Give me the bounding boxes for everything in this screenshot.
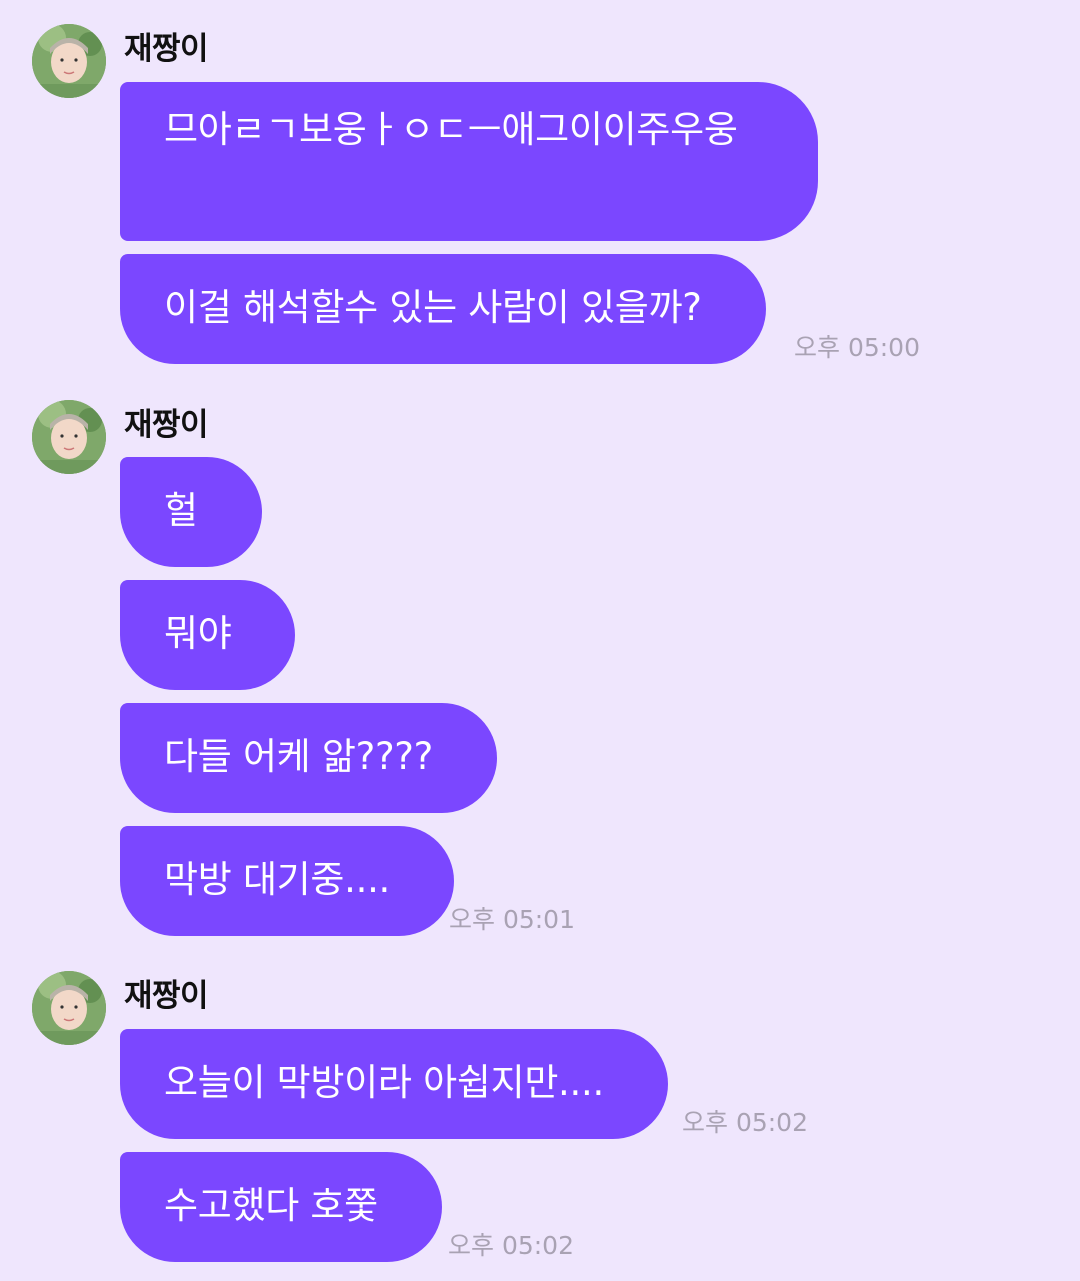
message-text: 다들 어케 앎????	[164, 735, 433, 778]
message-text: 뭐야	[164, 612, 232, 655]
avatar[interactable]	[32, 400, 106, 474]
message-text: 오늘이 막방이라 아쉽지만....	[164, 1061, 604, 1104]
message-bubble[interactable]: 므아ㄹㄱ보웅ㅏㅇㄷㅡ애그이이주우웅	[120, 82, 818, 241]
avatar[interactable]	[32, 971, 106, 1045]
sender-name: 재짱이	[124, 978, 209, 1014]
message-bubble[interactable]: 헐	[120, 457, 262, 567]
message-timestamp: 오후 05:02	[448, 1231, 574, 1260]
message-text: 이걸 해석할수 있는 사람이 있을까?	[164, 286, 702, 329]
sender-name: 재짱이	[124, 407, 209, 443]
message-bubble[interactable]: 막방 대기중....	[120, 826, 455, 936]
message-bubble[interactable]: 수고했다 호쭟	[120, 1152, 442, 1262]
message-text: 므아ㄹㄱ보웅ㅏㅇㄷㅡ애그이이주우웅	[164, 108, 738, 151]
message-timestamp: 오후 05:01	[449, 905, 575, 934]
message-timestamp: 오후 05:00	[794, 333, 920, 362]
message-text: 헐	[164, 489, 198, 532]
message-bubble[interactable]: 뭐야	[120, 580, 296, 690]
sender-name: 재짱이	[124, 31, 209, 67]
message-timestamp: 오후 05:02	[682, 1108, 808, 1137]
message-text: 막방 대기중....	[164, 858, 391, 901]
message-bubble[interactable]: 오늘이 막방이라 아쉽지만....	[120, 1029, 668, 1139]
message-bubble[interactable]: 다들 어케 앎????	[120, 703, 497, 813]
message-text: 수고했다 호쭟	[164, 1184, 378, 1227]
avatar[interactable]	[32, 24, 106, 98]
message-bubble[interactable]: 이걸 해석할수 있는 사람이 있을까?	[120, 254, 766, 364]
